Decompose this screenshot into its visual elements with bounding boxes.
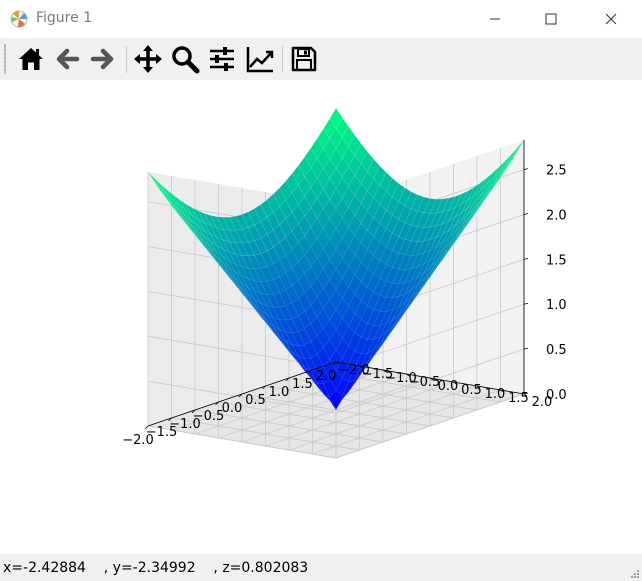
x-tick-label: 0.5 [245, 393, 266, 408]
z-tick-label: 0.5 [546, 343, 567, 358]
z-tick [523, 347, 529, 350]
y-tick-label: 1.0 [485, 387, 506, 402]
configure-subplots-button[interactable] [206, 43, 238, 75]
maximize-icon [545, 13, 557, 25]
y-tick-label: 0.5 [461, 383, 482, 398]
z-tick [523, 302, 529, 305]
x-tick-label: 1.5 [292, 377, 313, 392]
toolbar-separator [282, 46, 283, 73]
home-button[interactable] [15, 43, 47, 75]
z-tick [523, 213, 529, 215]
y-tick-label: −0.5 [409, 375, 441, 390]
toolbar [0, 38, 642, 80]
back-button[interactable] [51, 43, 83, 75]
z-tick-label: 2.0 [546, 208, 567, 223]
magnifier-icon [172, 46, 200, 74]
sliders-icon [210, 47, 234, 71]
x-tick-label: 1.0 [269, 385, 290, 400]
x-tick-label: 0.0 [222, 401, 243, 416]
move-icon [134, 45, 162, 73]
z-tick-label: 1.0 [546, 298, 567, 313]
arrow-right-icon [90, 48, 114, 70]
close-icon [605, 13, 617, 25]
window-title: Figure 1 [36, 10, 93, 26]
edit-axes-button[interactable] [244, 43, 276, 75]
save-button[interactable] [288, 43, 320, 75]
line-chart-icon [246, 47, 274, 73]
z-tick [523, 168, 529, 171]
status-bar: x=-2.42884 , y=-2.34992 , z=0.802083 [0, 554, 642, 581]
matplotlib-logo-icon [10, 10, 28, 28]
cursor-coordinates: x=-2.42884 , y=-2.34992 , z=0.802083 [3, 560, 309, 576]
z-tick [523, 257, 529, 260]
surface-plot[interactable]: −2.0−1.5−1.0−0.50.00.51.01.52.0 −2.0−1.5… [0, 80, 642, 554]
z-tick-label: 0.0 [546, 388, 567, 403]
pan-button[interactable] [132, 43, 164, 75]
toolbar-grip[interactable] [4, 44, 6, 74]
minimize-icon [490, 18, 500, 20]
arrow-left-icon [56, 48, 80, 70]
home-icon [19, 48, 43, 70]
toolbar-separator [126, 46, 127, 73]
z-axis: 0.0 0.5 1.0 1.5 2.0 2.5 [523, 140, 567, 403]
y-tick-label: 0.0 [438, 379, 459, 394]
floppy-disk-icon [291, 46, 317, 72]
x-tick-label: 2.0 [316, 369, 337, 384]
title-bar: Figure 1 [0, 0, 642, 38]
z-tick-label: 2.5 [546, 164, 567, 179]
forward-button[interactable] [87, 43, 119, 75]
zoom-button[interactable] [169, 43, 201, 75]
figure-canvas[interactable]: −2.0 −1.5 −1.0 −0.5 0.0 0.5 1.0 1.5 2.0 −2.0 −1.5… [0, 80, 642, 554]
minimize-button[interactable] [472, 4, 518, 34]
x-tick-label: −0.5 [193, 409, 225, 424]
maximize-button[interactable] [528, 4, 574, 34]
close-button[interactable] [588, 4, 634, 34]
z-tick-label: 1.5 [546, 253, 567, 268]
resize-grip-icon[interactable] [629, 568, 640, 579]
